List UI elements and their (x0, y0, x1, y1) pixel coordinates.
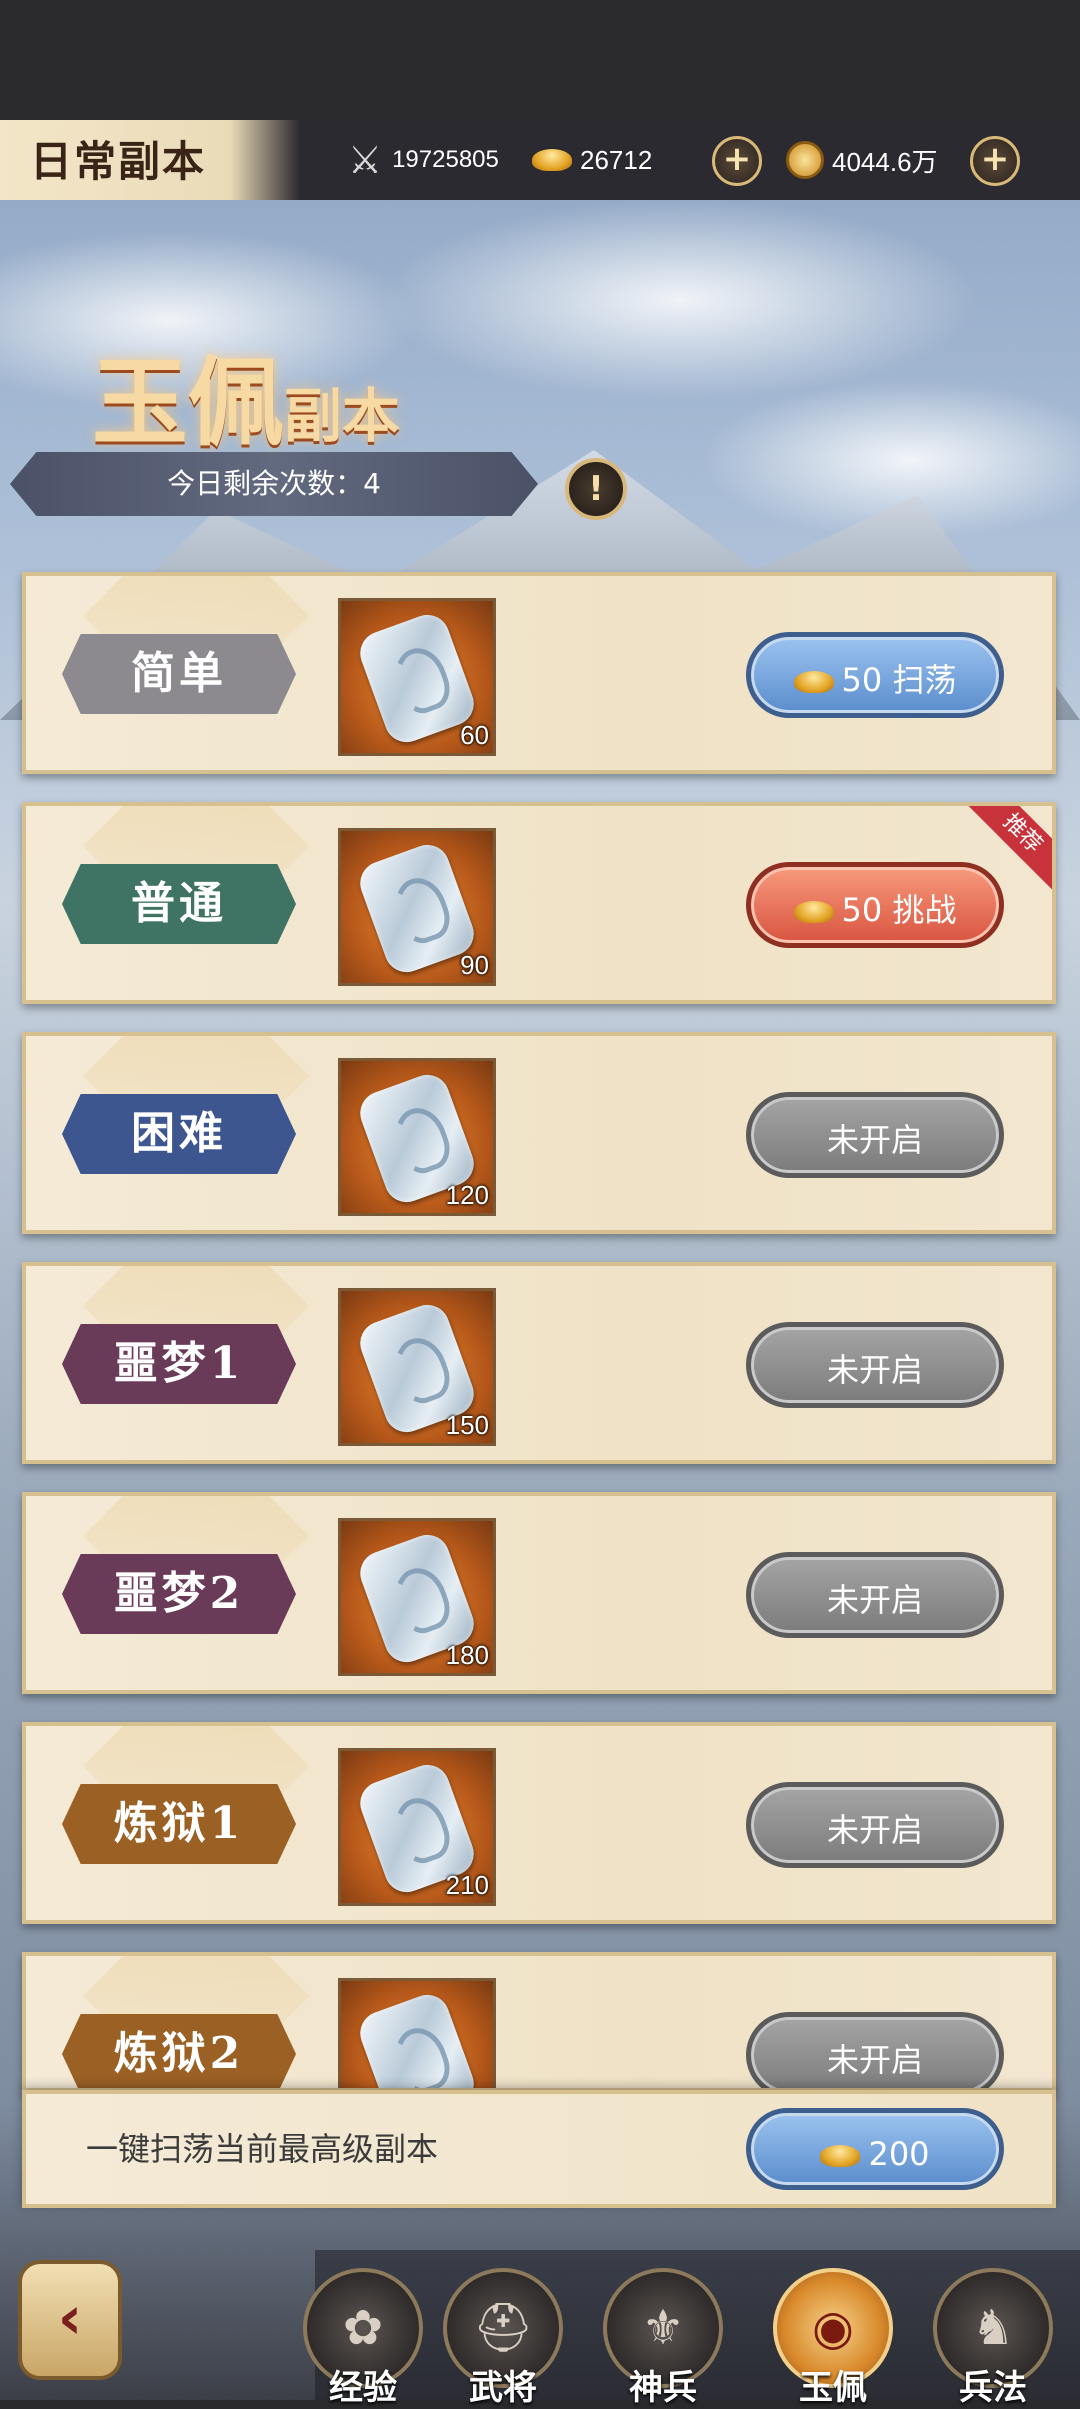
sweep-all-bar: 一键扫荡当前最高级副本 200 (22, 2090, 1056, 2208)
dungeon-row-easy: 简单 60 50 扫荡 (22, 572, 1056, 774)
crossed-swords-icon: ⚔ (348, 138, 383, 182)
sweep-all-label: 一键扫荡当前最高级副本 (86, 2130, 439, 2168)
add-gold-button[interactable]: + (712, 136, 762, 186)
locked-button[interactable]: 未开启 (746, 2012, 1004, 2088)
dungeon-row-purgatory-2: 炼狱2 未开启 (22, 1952, 1056, 2092)
locked-button[interactable]: 未开启 (746, 1092, 1004, 1178)
top-bar: 日常副本 ⚔ 19725805 26712 + 4044.6万 + (0, 120, 1080, 200)
reward-item[interactable]: 120 (338, 1058, 496, 1216)
difficulty-label: 炼狱2 (62, 2014, 296, 2088)
power-display: ⚔ 19725805 (348, 136, 499, 184)
reward-item[interactable]: 90 (338, 828, 496, 986)
locked-button[interactable]: 未开启 (746, 1322, 1004, 1408)
difficulty-label: 炼狱1 (62, 1784, 296, 1864)
nav-tabs: ✿ 经验 ⛑ 武将 ⚜ 神兵 ◉ 玉佩 ♞ 兵法 (303, 2250, 1080, 2408)
tab-jade-label: 玉佩 (799, 2368, 867, 2408)
tab-strategy-label: 兵法 (959, 2368, 1027, 2408)
item-count: 90 (460, 950, 489, 980)
sweep-button-label: 50 扫荡 (841, 661, 957, 699)
dungeon-row-normal: 普通 90 50 挑战 推荐 (22, 802, 1056, 1004)
coin-icon (786, 141, 824, 179)
back-arrow-icon: ‹ (57, 2283, 83, 2353)
dungeon-row-hard: 困难 120 未开启 (22, 1032, 1056, 1234)
back-button[interactable]: ‹ (18, 2260, 122, 2380)
dungeon-row-nightmare-1: 噩梦1 150 未开启 (22, 1262, 1056, 1464)
tab-exp-label: 经验 (329, 2368, 397, 2408)
gold-ingot-icon (793, 901, 834, 923)
item-count: 150 (445, 1410, 489, 1440)
tab-exp[interactable]: ✿ 经验 (295, 2268, 431, 2408)
page-title: 日常副本 (30, 137, 207, 186)
gold-ingot-icon (820, 2145, 861, 2167)
coin-value: 4044.6万 (832, 146, 938, 177)
gold-ingot-value: 26712 (580, 144, 653, 175)
reward-item[interactable]: 180 (338, 1518, 496, 1676)
difficulty-label: 困难 (62, 1094, 296, 1174)
dungeon-title-sub: 副本 (284, 382, 401, 450)
reward-item[interactable]: 150 (338, 1288, 496, 1446)
difficulty-label: 普通 (62, 864, 296, 944)
reward-item[interactable]: 210 (338, 1748, 496, 1906)
reward-item[interactable] (338, 1978, 496, 2088)
dungeon-row-nightmare-2: 噩梦2 180 未开启 (22, 1492, 1056, 1694)
coin-display: 4044.6万 (786, 136, 938, 184)
tab-general-label: 武将 (469, 2368, 537, 2408)
reward-item[interactable]: 60 (338, 598, 496, 756)
locked-button[interactable]: 未开启 (746, 1782, 1004, 1868)
jade-pendant-icon (354, 1988, 480, 2088)
difficulty-label: 噩梦1 (62, 1324, 296, 1404)
tab-general[interactable]: ⛑ 武将 (435, 2268, 571, 2408)
remaining-attempts: 今日剩余次数：4 (10, 452, 538, 516)
sweep-button[interactable]: 50 扫荡 (746, 632, 1004, 718)
tab-jade[interactable]: ◉ 玉佩 (765, 2268, 901, 2408)
challenge-button-label: 50 挑战 (841, 891, 957, 929)
dungeon-title-main: 玉佩 (92, 346, 284, 459)
item-count: 180 (445, 1640, 489, 1670)
sweep-all-button[interactable]: 200 (746, 2108, 1004, 2190)
tab-strategy[interactable]: ♞ 兵法 (925, 2268, 1061, 2408)
info-button[interactable]: ! (565, 458, 627, 520)
dungeon-row-purgatory-1: 炼狱1 210 未开启 (22, 1722, 1056, 1924)
challenge-button[interactable]: 50 挑战 (746, 862, 1004, 948)
item-count: 60 (460, 720, 489, 750)
tab-weapon-label: 神兵 (629, 2368, 697, 2408)
bottom-nav: ‹ ✿ 经验 ⛑ 武将 ⚜ 神兵 ◉ 玉佩 ♞ 兵法 (0, 2230, 1080, 2408)
sweep-all-cost: 200 (868, 2135, 930, 2173)
item-count: 210 (445, 1870, 489, 1900)
remaining-attempts-label: 今日剩余次数：4 (167, 467, 381, 500)
gold-ingot-display: 26712 (532, 136, 652, 184)
power-value: 19725805 (392, 146, 499, 173)
difficulty-label: 简单 (62, 634, 296, 714)
locked-button[interactable]: 未开启 (746, 1552, 1004, 1638)
difficulty-label: 噩梦2 (62, 1554, 296, 1634)
gold-ingot-icon (532, 149, 572, 171)
item-count: 120 (445, 1180, 489, 1210)
gold-ingot-icon (793, 671, 834, 693)
add-coin-button[interactable]: + (970, 136, 1020, 186)
tab-weapon[interactable]: ⚜ 神兵 (595, 2268, 731, 2408)
dungeon-title: 玉佩副本 (92, 325, 400, 464)
